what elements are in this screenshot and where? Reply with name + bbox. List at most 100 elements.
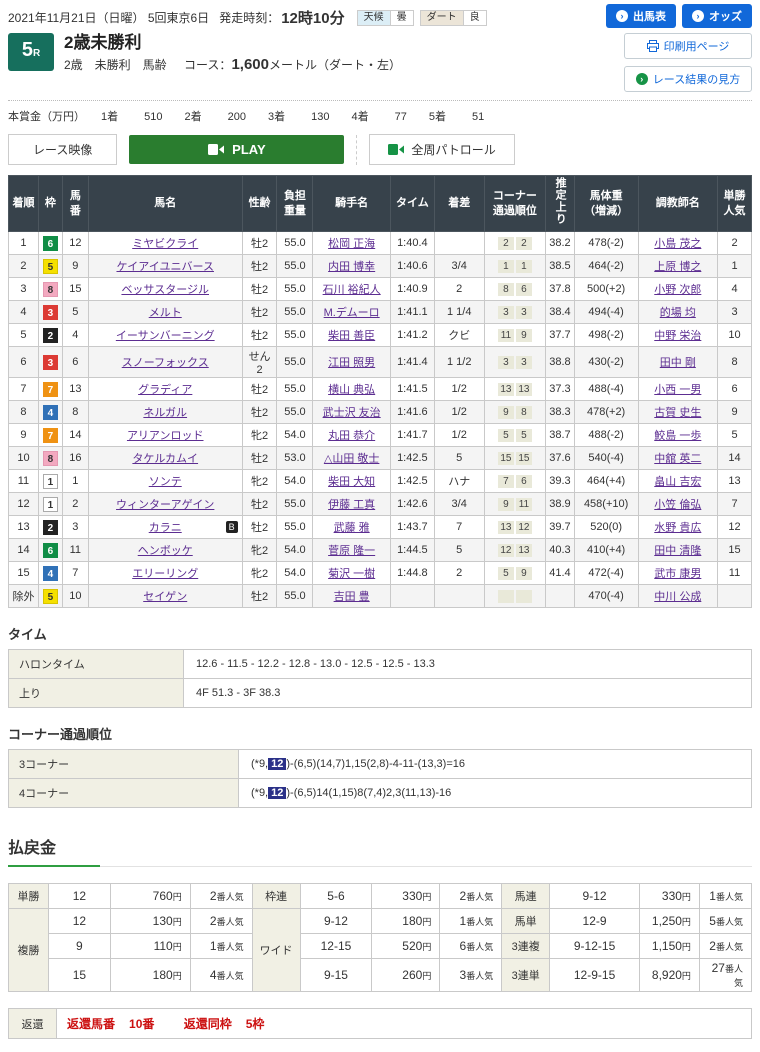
column-header: 調教師名 (638, 176, 717, 232)
carried-weight: 53.0 (277, 447, 313, 470)
trainer-name-link[interactable]: 鮫島 一歩 (654, 430, 701, 442)
odds-button[interactable]: › オッズ (682, 4, 752, 28)
jockey-name-link[interactable]: 吉田 豊 (334, 591, 370, 603)
horse-number: 9 (62, 255, 88, 278)
sanrentan-label: 3連単 (502, 959, 550, 992)
trainer-name-link[interactable]: 田中 清隆 (654, 545, 701, 557)
top-nav-buttons: › 出馬表 › オッズ (606, 4, 752, 28)
trainer-name-link[interactable]: 畠山 吉宏 (654, 476, 701, 488)
jockey-name-link[interactable]: 菅原 隆一 (328, 545, 375, 557)
patrol-video-button[interactable]: 全周パトロール (369, 134, 514, 165)
horse-name-cell: ケイアイユニバース (88, 255, 242, 278)
horse-name-link[interactable]: カラニ (149, 522, 182, 534)
margin: 1/2 (434, 401, 484, 424)
jockey-name-link[interactable]: 石川 裕紀人 (323, 284, 381, 296)
jockey-name-link[interactable]: 柴田 善臣 (328, 330, 375, 342)
estimated-agari: 38.3 (546, 401, 574, 424)
trainer-name-link[interactable]: 中野 栄治 (654, 330, 701, 342)
race-header: 5R 2歳未勝利 2歳 未勝利 馬齢 コース：1,600メートル（ダート・左） … (8, 33, 752, 92)
corner-position-box: 1 (498, 260, 514, 273)
result-guide-button[interactable]: › レース結果の見方 (624, 66, 752, 92)
horse-name-link[interactable]: アリアンロッド (127, 430, 204, 442)
horse-name-link[interactable]: メルト (149, 307, 182, 319)
horse-name-link[interactable]: エリーリング (132, 568, 198, 580)
horse-name-link[interactable]: スノーフォックス (122, 357, 209, 369)
play-button[interactable]: PLAY (129, 135, 344, 164)
corner-positions (484, 585, 546, 608)
yen-unit: 円 (173, 942, 182, 952)
horse-weight: 500(+2) (574, 278, 638, 301)
umatan-amount: 1,250円 (639, 909, 699, 934)
race-condition-text: 2歳 未勝利 馬齢 (64, 58, 167, 72)
horse-name-link[interactable]: ヘンボッケ (138, 545, 193, 557)
column-header: タイム (390, 176, 434, 232)
trainer-name-link[interactable]: 武市 康男 (654, 568, 701, 580)
estimated-agari: 38.4 (546, 301, 574, 324)
trainer-name-link[interactable]: 上原 博之 (654, 261, 701, 273)
jockey-name-link[interactable]: M.デムーロ (324, 307, 380, 319)
trainer-name-link[interactable]: 小西 一男 (654, 384, 701, 396)
trainer-name-link[interactable]: 田中 剛 (660, 357, 696, 369)
jockey-name-link[interactable]: 江田 照男 (328, 357, 375, 369)
tansho-combination: 12 (48, 884, 110, 909)
sanrentan-combination: 12-9-15 (550, 959, 640, 992)
jockey-name-link[interactable]: △山田 敬士 (324, 453, 380, 465)
horse-name-link[interactable]: イーサンバーニング (116, 330, 215, 342)
jockey-name-link[interactable]: 横山 典弘 (328, 384, 375, 396)
horse-name-link[interactable]: ミヤビクライ (132, 238, 198, 250)
finish-time: 1:40.9 (390, 278, 434, 301)
horse-name-link[interactable]: ウィンターアゲイン (116, 499, 214, 511)
corner-position-box: 8 (516, 406, 532, 419)
jockey-cell: 柴田 善臣 (313, 324, 390, 347)
win-popularity: 9 (718, 401, 752, 424)
frame-number-badge: 1 (43, 474, 58, 489)
trainer-name-link[interactable]: 古賀 史生 (654, 407, 701, 419)
trainer-name-link[interactable]: 中舘 英二 (654, 453, 701, 465)
jockey-name-link[interactable]: 柴田 大知 (328, 476, 375, 488)
jockey-name-link[interactable]: 松岡 正海 (328, 238, 375, 250)
horse-name-link[interactable]: ベッサスタージル (121, 284, 209, 296)
horse-name-cell: ソンテ (88, 470, 242, 493)
jockey-name-link[interactable]: 内田 博幸 (328, 261, 375, 273)
horse-weight: 488(-4) (574, 378, 638, 401)
horse-name-link[interactable]: ネルガル (143, 407, 187, 419)
jockey-name-link[interactable]: 丸田 恭介 (328, 430, 375, 442)
trainer-name-link[interactable]: 小野 次郎 (654, 284, 701, 296)
jockey-name-link[interactable]: 武藤 雅 (334, 522, 370, 534)
corner-positions: 22 (484, 232, 546, 255)
trainer-name-link[interactable]: 的場 均 (660, 307, 696, 319)
sex-age: 牡2 (242, 301, 277, 324)
shutsuba-button-label: 出馬表 (633, 8, 666, 24)
horse-name-link[interactable]: ソンテ (149, 476, 182, 488)
jockey-name-link[interactable]: 武士沢 友治 (323, 407, 381, 419)
prize-item: 1着510 (101, 111, 162, 123)
win-popularity: 2 (718, 232, 752, 255)
print-page-button[interactable]: 印刷用ページ (624, 33, 752, 59)
patrol-video-label: 全周パトロール (411, 141, 495, 158)
yen-unit: 円 (422, 892, 431, 902)
jockey-name-link[interactable]: 菊沢 一樹 (328, 568, 375, 580)
table-row: 1212ウィンターアゲイン牡255.0伊藤 工真1:42.63/491138.9… (9, 493, 752, 516)
horse-name-link[interactable]: セイゲン (143, 591, 187, 603)
column-header: 着順 (9, 176, 39, 232)
trainer-name-link[interactable]: 水野 貴広 (654, 522, 701, 534)
sex-age: 牡2 (242, 516, 277, 539)
horse-name-link[interactable]: タケルカムイ (132, 453, 198, 465)
prize-place: 5着 (429, 111, 446, 123)
horse-name-link[interactable]: グラディア (138, 384, 192, 396)
horse-name-cell: ミヤビクライ (88, 232, 242, 255)
horse-weight: 458(+10) (574, 493, 638, 516)
trainer-name-link[interactable]: 小島 茂之 (654, 238, 701, 250)
corner-order-text: )-(6,5)14(1,15)8(7,4)2,3(11,13)-16 (286, 787, 451, 799)
jockey-cell: 内田 博幸 (313, 255, 390, 278)
sex-age: 牡2 (242, 324, 277, 347)
trainer-name-link[interactable]: 小笠 倫弘 (654, 499, 701, 511)
sex-age: 牡2 (242, 493, 277, 516)
corner-position-box: 9 (516, 567, 532, 580)
jockey-name-link[interactable]: 伊藤 工真 (328, 499, 375, 511)
shutsuba-button[interactable]: › 出馬表 (606, 4, 676, 28)
trainer-name-link[interactable]: 中川 公成 (654, 591, 701, 603)
corner-positions: 119 (484, 324, 546, 347)
horse-name-link[interactable]: ケイアイユニバース (116, 261, 213, 273)
horse-weight: 540(-4) (574, 447, 638, 470)
